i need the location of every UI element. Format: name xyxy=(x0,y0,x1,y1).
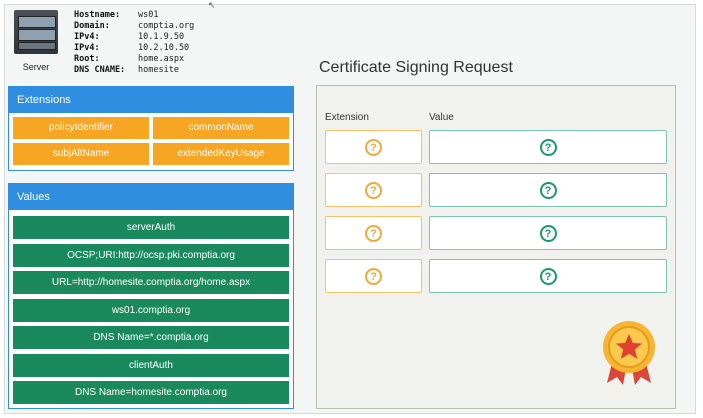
server-icon xyxy=(14,10,58,54)
value-dns-homesite[interactable]: DNS Name=homesite.comptia.org xyxy=(13,381,289,404)
extension-subj-alt-name[interactable]: subjAltName xyxy=(13,143,149,165)
question-mark-icon: ? xyxy=(539,181,557,199)
value-ws01-fqdn[interactable]: ws01.comptia.org xyxy=(13,298,289,322)
values-panel-title: Values xyxy=(9,184,293,210)
question-mark-icon: ? xyxy=(539,267,557,285)
award-ribbon-icon xyxy=(603,321,655,385)
server-details: Hostname: ws01 Domain: comptia.org IPv4:… xyxy=(74,10,194,76)
extensions-panel-title: Extensions xyxy=(9,87,293,113)
column-header-extension: Extension xyxy=(325,112,369,123)
extensions-panel: Extensions policyIdentifier commonName s… xyxy=(8,86,294,171)
extension-extended-key-usage[interactable]: extendedKeyUsage xyxy=(153,143,289,165)
detail-row-ipv4-2: IPv4: 10.2.10.50 xyxy=(74,43,190,53)
value-ocsp-uri[interactable]: OCSP;URI:http://ocsp.pki.comptia.org xyxy=(13,243,289,267)
question-mark-icon: ? xyxy=(365,224,382,242)
column-header-value: Value xyxy=(429,112,454,123)
extension-drop-slot-3[interactable]: ? xyxy=(325,216,422,250)
detail-row-dns-cname: DNS CNAME: homesite xyxy=(74,65,179,75)
extension-drop-slot-1[interactable]: ? xyxy=(325,130,422,164)
csr-title: Certificate Signing Request xyxy=(319,59,513,76)
detail-row-root: Root: home.aspx xyxy=(74,54,185,64)
question-mark-icon: ? xyxy=(539,224,557,242)
values-panel: Values serverAuth OCSP;URI:http://ocsp.p… xyxy=(8,183,294,409)
detail-row-hostname: Hostname: ws01 xyxy=(74,10,159,20)
detail-row-domain: Domain: comptia.org xyxy=(74,21,195,31)
extension-policy-identifier[interactable]: policyIdentifier xyxy=(13,117,149,139)
mouse-cursor-icon: ↖ xyxy=(208,0,216,10)
question-mark-icon: ? xyxy=(539,138,557,156)
value-url-homesite[interactable]: URL=http://homesite.comptia.org/home.asp… xyxy=(13,271,289,294)
question-mark-icon: ? xyxy=(365,181,382,199)
value-dns-wildcard[interactable]: DNS Name=*.comptia.org xyxy=(13,326,289,349)
value-client-auth[interactable]: clientAuth xyxy=(13,353,289,377)
extension-common-name[interactable]: commonName xyxy=(153,117,289,139)
extension-drop-slot-4[interactable]: ? xyxy=(325,259,422,293)
value-drop-slot-1[interactable]: ? xyxy=(429,130,667,164)
detail-row-ipv4-1: IPv4: 10.1.9.50 xyxy=(74,32,185,42)
extension-drop-slot-2[interactable]: ? xyxy=(325,173,422,207)
server-label: Server xyxy=(22,62,50,72)
question-mark-icon: ? xyxy=(365,138,382,156)
value-drop-slot-2[interactable]: ? xyxy=(429,173,667,207)
value-drop-slot-3[interactable]: ? xyxy=(429,216,667,250)
value-drop-slot-4[interactable]: ? xyxy=(429,259,667,293)
value-server-auth[interactable]: serverAuth xyxy=(13,216,289,239)
csr-drop-area: Extension Value ? ? ? ? ? ? ? ? xyxy=(316,85,676,409)
question-mark-icon: ? xyxy=(365,267,382,285)
server-card: Server xyxy=(10,10,66,72)
